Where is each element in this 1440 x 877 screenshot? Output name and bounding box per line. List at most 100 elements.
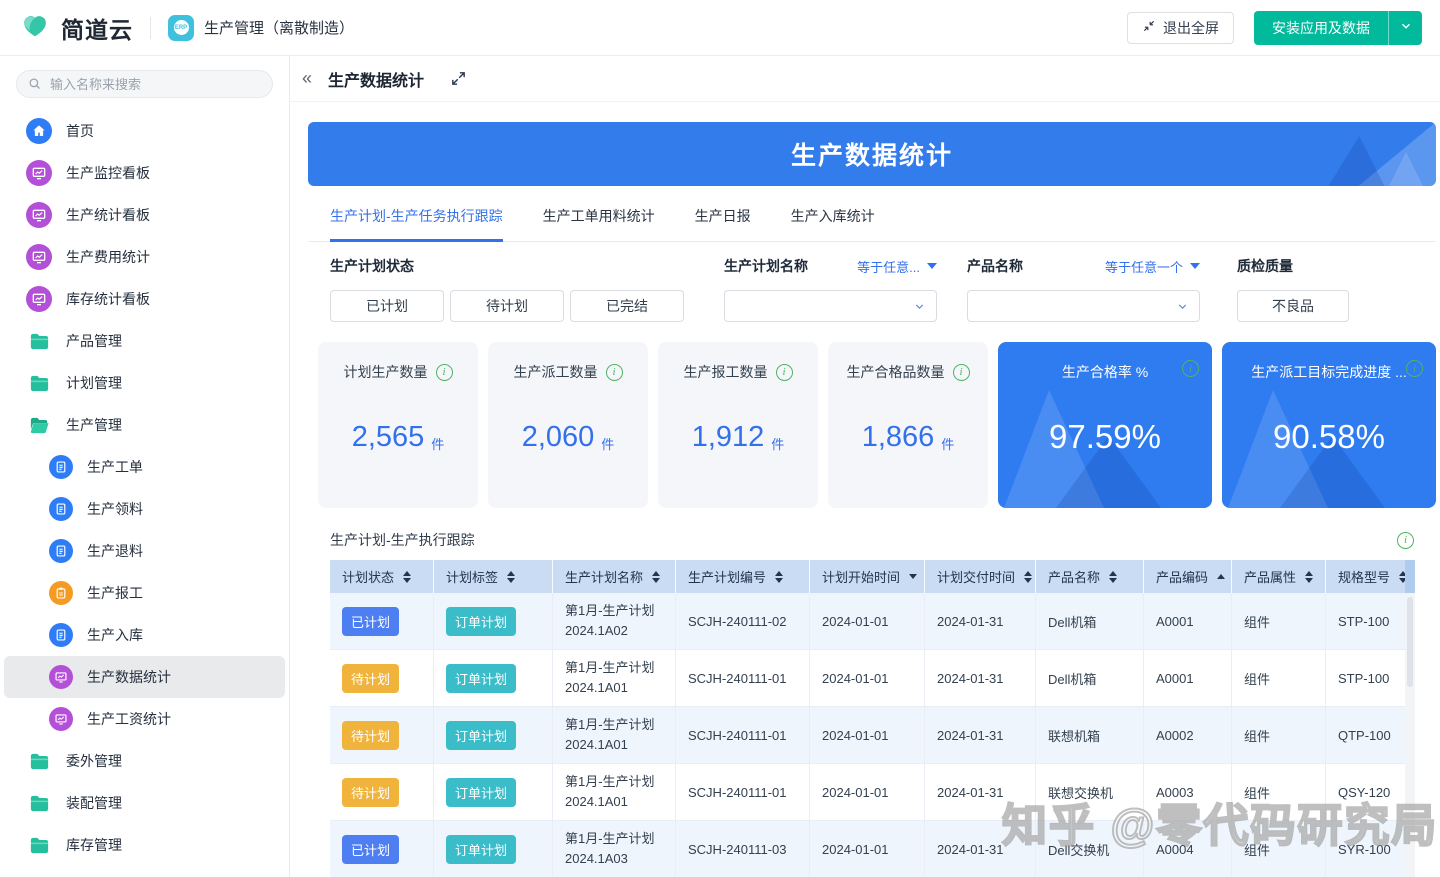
collapse-sidebar-icon[interactable]: « bbox=[294, 68, 320, 89]
column-header[interactable]: 计划开始时间 bbox=[810, 560, 925, 593]
status-options: 已计划待计划已完结 bbox=[330, 290, 684, 322]
info-icon[interactable]: i bbox=[1182, 360, 1199, 377]
brand-logo[interactable]: 简道云 bbox=[18, 8, 133, 47]
sidebar-item[interactable]: 首页 bbox=[4, 110, 285, 152]
column-header[interactable]: 生产计划编号 bbox=[676, 560, 810, 593]
sidebar-item[interactable]: 生产退料 bbox=[4, 530, 285, 572]
sort-icon[interactable] bbox=[403, 571, 411, 583]
dashboard-tab[interactable]: 生产日报 bbox=[695, 186, 751, 242]
table-row[interactable]: 已计划订单计划第1月-生产计划2024.1A02SCJH-240111-0220… bbox=[330, 593, 1415, 650]
status-badge: 待计划 bbox=[342, 664, 399, 693]
doc-icon bbox=[49, 455, 73, 479]
info-icon[interactable]: i bbox=[1406, 360, 1423, 377]
table-cell: Dell机箱 bbox=[1036, 650, 1144, 706]
sort-icon[interactable] bbox=[1217, 574, 1225, 579]
app-title: 生产管理（离散制造） bbox=[204, 17, 354, 38]
stat-card: i生产派工目标完成进度 ...90.58% bbox=[1222, 342, 1436, 508]
install-dropdown-button[interactable] bbox=[1388, 11, 1422, 45]
sort-icon[interactable] bbox=[507, 571, 515, 583]
tag-badge: 订单计划 bbox=[446, 664, 516, 693]
column-label: 计划交付时间 bbox=[937, 567, 1015, 586]
product-name-select[interactable] bbox=[967, 290, 1200, 322]
operator-dropdown[interactable]: 等于任意一个 bbox=[1105, 257, 1200, 276]
table-scrollbar[interactable] bbox=[1405, 560, 1415, 877]
folder-icon bbox=[26, 748, 52, 774]
status-option-button[interactable]: 已计划 bbox=[330, 290, 444, 322]
table-cell: 2024-01-01 bbox=[810, 593, 925, 649]
table-cell: A0002 bbox=[1144, 707, 1232, 763]
sidebar-item[interactable]: 产品管理 bbox=[4, 320, 285, 362]
table-row[interactable]: 待计划订单计划第1月-生产计划2024.1A01SCJH-240111-0120… bbox=[330, 650, 1415, 707]
table-cell: 2024-01-01 bbox=[810, 650, 925, 706]
sidebar-item[interactable]: 库存管理 bbox=[4, 824, 285, 866]
sort-icon[interactable] bbox=[1024, 571, 1032, 583]
fullscreen-expand-icon[interactable] bbox=[450, 70, 467, 87]
sidebar-item[interactable]: 生产管理 bbox=[4, 404, 285, 446]
dashboard-tab[interactable]: 生产工单用料统计 bbox=[543, 186, 655, 242]
column-header[interactable]: 产品编码 bbox=[1144, 560, 1232, 593]
column-header[interactable]: 计划状态 bbox=[330, 560, 434, 593]
column-header[interactable]: 计划交付时间 bbox=[925, 560, 1036, 593]
column-header[interactable]: 产品名称 bbox=[1036, 560, 1144, 593]
info-icon[interactable]: i bbox=[606, 364, 623, 381]
table-row[interactable]: 待计划订单计划第1月-生产计划2024.1A01SCJH-240111-0120… bbox=[330, 764, 1415, 821]
filter-plan-name: 生产计划名称 等于任意... bbox=[724, 242, 937, 322]
table-row[interactable]: 已计划订单计划第1月-生产计划2024.1A03SCJH-240111-0320… bbox=[330, 821, 1415, 877]
column-header[interactable]: 规格型号 bbox=[1326, 560, 1415, 593]
info-icon[interactable]: i bbox=[953, 364, 970, 381]
stat-card-title: 生产派工数量 bbox=[514, 362, 598, 382]
column-header[interactable]: 产品属性 bbox=[1232, 560, 1326, 593]
sidebar-item[interactable]: 库存统计看板 bbox=[4, 278, 285, 320]
sidebar: 首页生产监控看板生产统计看板生产费用统计库存统计看板产品管理计划管理生产管理生产… bbox=[0, 56, 290, 877]
operator-dropdown[interactable]: 等于任意... bbox=[857, 257, 937, 276]
install-split-button: 安装应用及数据 bbox=[1254, 11, 1422, 45]
sidebar-item-label: 生产费用统计 bbox=[66, 247, 150, 267]
quality-option-button[interactable]: 不良品 bbox=[1237, 290, 1349, 322]
plan-name-line: 2024.1A03 bbox=[565, 849, 628, 869]
sidebar-item[interactable]: 生产入库 bbox=[4, 614, 285, 656]
stat-card-value: 90.58% bbox=[1273, 418, 1385, 456]
sort-icon[interactable] bbox=[1305, 571, 1313, 583]
dashboard-tab[interactable]: 生产入库统计 bbox=[791, 186, 875, 242]
table-cell: Dell机箱 bbox=[1036, 593, 1144, 649]
sort-icon[interactable] bbox=[775, 571, 783, 583]
sort-icon[interactable] bbox=[909, 574, 917, 579]
sidebar-item[interactable]: 装配管理 bbox=[4, 782, 285, 824]
sidebar-item[interactable]: 委外管理 bbox=[4, 740, 285, 782]
sidebar-item[interactable]: 生产工单 bbox=[4, 446, 285, 488]
table-cell: 2024-01-01 bbox=[810, 764, 925, 820]
sort-icon[interactable] bbox=[1109, 571, 1117, 583]
dashboard-icon bbox=[26, 160, 52, 186]
sort-icon[interactable] bbox=[652, 571, 660, 583]
sidebar-item-label: 委外管理 bbox=[66, 751, 122, 771]
install-app-button[interactable]: 安装应用及数据 bbox=[1254, 11, 1388, 45]
tag-badge: 订单计划 bbox=[446, 778, 516, 807]
table-row[interactable]: 待计划订单计划第1月-生产计划2024.1A01SCJH-240111-0120… bbox=[330, 707, 1415, 764]
table-cell: 第1月-生产计划2024.1A02 bbox=[553, 593, 676, 649]
sidebar-item[interactable]: 计划管理 bbox=[4, 362, 285, 404]
exit-fullscreen-button[interactable]: 退出全屏 bbox=[1127, 12, 1234, 44]
sidebar-item[interactable]: 生产工资统计 bbox=[4, 698, 285, 740]
column-label: 规格型号 bbox=[1338, 567, 1390, 586]
column-label: 产品名称 bbox=[1048, 567, 1100, 586]
sidebar-item[interactable]: 生产数据统计 bbox=[4, 656, 285, 698]
sidebar-item[interactable]: 生产监控看板 bbox=[4, 152, 285, 194]
plan-name-select[interactable] bbox=[724, 290, 937, 322]
stat-card-value: 97.59% bbox=[1049, 418, 1161, 456]
status-option-button[interactable]: 已完结 bbox=[570, 290, 684, 322]
dashboard-tab[interactable]: 生产计划-生产任务执行跟踪 bbox=[330, 186, 503, 242]
sidebar-item[interactable]: 生产统计看板 bbox=[4, 194, 285, 236]
scrollbar-thumb[interactable] bbox=[1407, 597, 1413, 687]
table-title: 生产计划-生产执行跟踪 bbox=[330, 530, 475, 550]
sidebar-item[interactable]: 生产领料 bbox=[4, 488, 285, 530]
sidebar-item[interactable]: 生产报工 bbox=[4, 572, 285, 614]
info-icon[interactable]: i bbox=[436, 364, 453, 381]
info-icon[interactable]: i bbox=[776, 364, 793, 381]
search-input[interactable] bbox=[16, 70, 273, 98]
sidebar-item[interactable]: 生产费用统计 bbox=[4, 236, 285, 278]
stat-card: 计划生产数量i2,565件 bbox=[318, 342, 478, 508]
column-header[interactable]: 生产计划名称 bbox=[553, 560, 676, 593]
info-icon[interactable]: i bbox=[1397, 532, 1414, 549]
column-header[interactable]: 计划标签 bbox=[434, 560, 553, 593]
status-option-button[interactable]: 待计划 bbox=[450, 290, 564, 322]
